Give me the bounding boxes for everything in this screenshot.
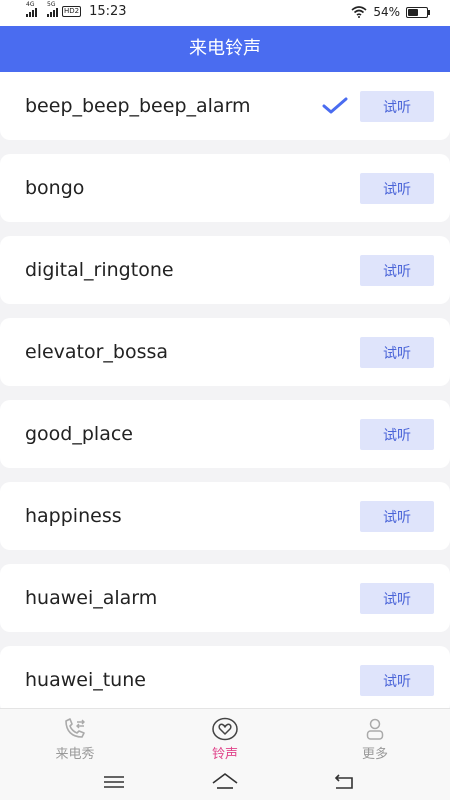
listen-button[interactable]: 试听 — [360, 665, 434, 696]
ringtone-name: good_place — [25, 423, 133, 445]
nav-more[interactable]: 更多 — [335, 713, 415, 762]
status-left: 4G 5G HD2 15:23 — [26, 1, 127, 19]
heart-icon — [212, 717, 238, 741]
bottom-nav: 来电秀 铃声 更多 — [0, 708, 450, 765]
network-type-1: 4G — [26, 0, 35, 8]
ringtone-item[interactable]: beep_beep_beep_alarm 试听 — [0, 72, 450, 140]
listen-button[interactable]: 试听 — [360, 173, 434, 204]
back-icon[interactable] — [330, 770, 358, 794]
home-icon[interactable] — [211, 770, 239, 794]
ringtone-item[interactable]: happiness 试听 — [0, 482, 450, 550]
listen-button[interactable]: 试听 — [360, 255, 434, 286]
page-title: 来电铃声 — [189, 38, 261, 59]
listen-button[interactable]: 试听 — [360, 419, 434, 450]
signal-5g-icon: 5G — [47, 1, 58, 17]
network-type-2: 5G — [47, 0, 56, 8]
ringtone-item[interactable]: elevator_bossa 试听 — [0, 318, 450, 386]
phone-transfer-icon — [65, 718, 85, 738]
nav-ringtone[interactable]: 铃声 — [185, 713, 265, 762]
nav-label: 铃声 — [211, 747, 238, 762]
ringtone-item[interactable]: digital_ringtone 试听 — [0, 236, 450, 304]
status-right: 54% — [351, 5, 430, 19]
person-icon — [366, 718, 384, 740]
hd-voice-icon: HD2 — [62, 6, 82, 17]
ringtone-item[interactable]: huawei_alarm 试听 — [0, 564, 450, 632]
signal-4g-icon: 4G — [26, 1, 37, 17]
ringtone-name: happiness — [25, 505, 122, 527]
system-nav-bar — [0, 764, 450, 800]
battery-icon — [406, 6, 430, 18]
ringtone-list[interactable]: beep_beep_beep_alarm 试听 bongo 试听 digital… — [0, 72, 450, 708]
ringtone-name: huawei_tune — [25, 669, 146, 691]
battery-level — [408, 8, 418, 16]
listen-button[interactable]: 试听 — [360, 91, 434, 122]
ringtone-item[interactable]: good_place 试听 — [0, 400, 450, 468]
wifi-icon — [351, 6, 367, 18]
checkmark-icon — [322, 97, 348, 114]
ringtone-item[interactable]: huawei_tune 试听 — [0, 646, 450, 708]
status-time: 15:23 — [89, 4, 127, 19]
nav-call-show[interactable]: 来电秀 — [35, 713, 115, 762]
ringtone-name: digital_ringtone — [25, 259, 174, 281]
battery-percent: 54% — [373, 5, 400, 19]
nav-label: 来电秀 — [55, 747, 95, 762]
menu-icon[interactable] — [100, 770, 128, 794]
ringtone-name: huawei_alarm — [25, 587, 158, 609]
status-bar: 4G 5G HD2 15:23 54% — [0, 0, 450, 26]
listen-button[interactable]: 试听 — [360, 337, 434, 368]
ringtone-item[interactable]: bongo 试听 — [0, 154, 450, 222]
title-bar: 来电铃声 — [0, 26, 450, 72]
listen-button[interactable]: 试听 — [360, 583, 434, 614]
listen-button[interactable]: 试听 — [360, 501, 434, 532]
ringtone-name: elevator_bossa — [25, 341, 169, 363]
ringtone-name: beep_beep_beep_alarm — [25, 95, 251, 117]
nav-label: 更多 — [361, 747, 388, 762]
ringtone-name: bongo — [25, 177, 85, 199]
